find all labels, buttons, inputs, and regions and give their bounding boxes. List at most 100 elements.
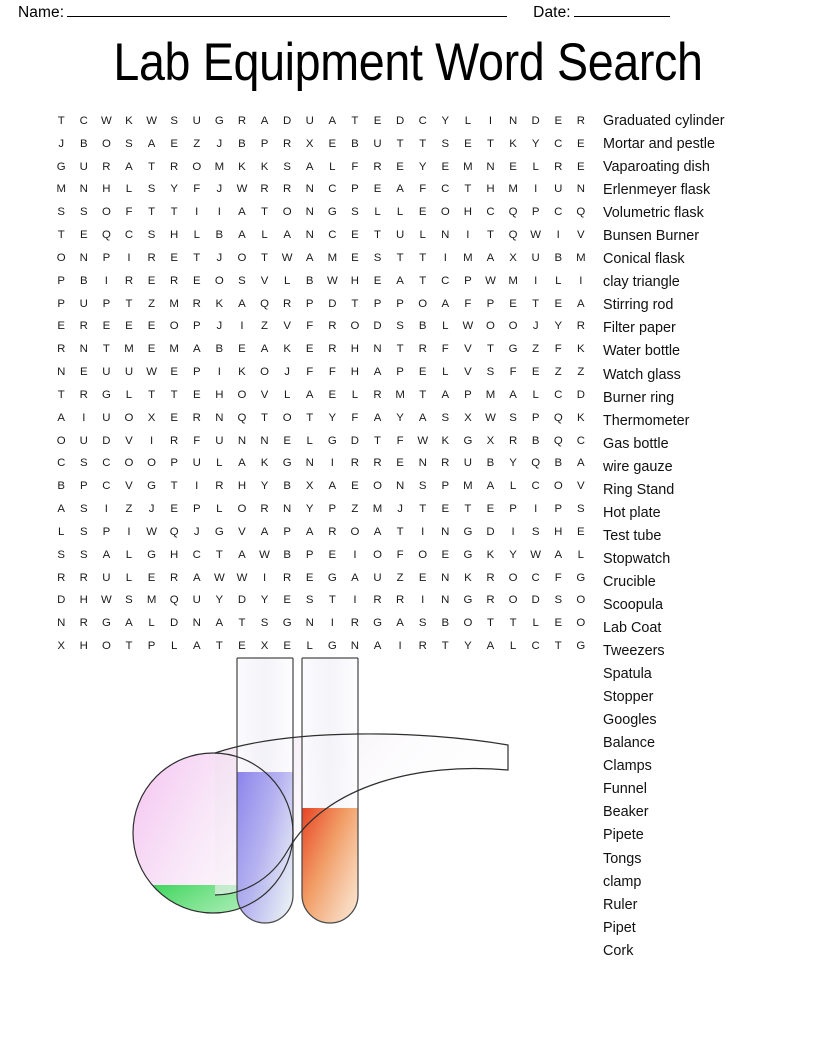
word-list-item[interactable]: Gas bottle xyxy=(603,433,813,456)
grid-cell[interactable]: I xyxy=(479,110,502,133)
grid-cell[interactable]: P xyxy=(389,361,412,384)
grid-cell[interactable]: N xyxy=(276,498,299,521)
grid-cell[interactable]: F xyxy=(344,156,367,179)
grid-cell[interactable]: R xyxy=(208,475,231,498)
grid-cell[interactable]: A xyxy=(253,338,276,361)
grid-cell[interactable]: A xyxy=(231,201,254,224)
grid-cell[interactable]: O xyxy=(547,475,570,498)
word-list-item[interactable]: Water bottle xyxy=(603,340,813,363)
grid-cell[interactable]: W xyxy=(95,589,118,612)
grid-cell[interactable]: O xyxy=(231,384,254,407)
grid-cell[interactable]: O xyxy=(502,589,525,612)
grid-cell[interactable]: E xyxy=(366,270,389,293)
grid-cell[interactable]: T xyxy=(208,544,231,567)
grid-cell[interactable]: O xyxy=(570,612,593,635)
grid-cell[interactable]: Q xyxy=(163,521,186,544)
grid-cell[interactable]: U xyxy=(186,452,209,475)
grid-cell[interactable]: P xyxy=(524,407,547,430)
grid-cell[interactable]: G xyxy=(276,452,299,475)
grid-cell[interactable]: P xyxy=(186,361,209,384)
grid-cell[interactable]: E xyxy=(434,544,457,567)
grid-cell[interactable]: N xyxy=(299,224,322,247)
grid-cell[interactable]: S xyxy=(434,133,457,156)
grid-cell[interactable]: A xyxy=(344,567,367,590)
grid-cell[interactable]: P xyxy=(502,498,525,521)
grid-cell[interactable]: L xyxy=(208,498,231,521)
grid-cell[interactable]: E xyxy=(231,338,254,361)
grid-cell[interactable]: K xyxy=(434,430,457,453)
grid-cell[interactable]: O xyxy=(502,315,525,338)
grid-cell[interactable]: Q xyxy=(95,224,118,247)
grid-cell[interactable]: X xyxy=(457,407,480,430)
grid-cell[interactable]: K xyxy=(231,156,254,179)
grid-cell[interactable]: I xyxy=(186,475,209,498)
grid-cell[interactable]: E xyxy=(524,361,547,384)
grid-cell[interactable]: E xyxy=(186,270,209,293)
grid-cell[interactable]: L xyxy=(118,178,141,201)
grid-cell[interactable]: M xyxy=(208,156,231,179)
grid-cell[interactable]: Y xyxy=(321,407,344,430)
grid-cell[interactable]: R xyxy=(389,589,412,612)
grid-cell[interactable]: V xyxy=(253,270,276,293)
grid-cell[interactable]: G xyxy=(570,635,593,658)
grid-cell[interactable]: E xyxy=(389,452,412,475)
grid-cell[interactable]: N xyxy=(299,452,322,475)
grid-cell[interactable]: O xyxy=(50,247,73,270)
grid-cell[interactable]: G xyxy=(208,110,231,133)
grid-cell[interactable]: C xyxy=(412,110,435,133)
grid-cell[interactable]: R xyxy=(479,589,502,612)
grid-cell[interactable]: T xyxy=(253,201,276,224)
grid-cell[interactable]: L xyxy=(457,110,480,133)
word-list-item[interactable]: Stirring rod xyxy=(603,294,813,317)
grid-cell[interactable]: S xyxy=(50,544,73,567)
grid-cell[interactable]: I xyxy=(524,270,547,293)
word-list-item[interactable]: Conical flask xyxy=(603,248,813,271)
grid-cell[interactable]: E xyxy=(321,384,344,407)
grid-cell[interactable]: B xyxy=(412,315,435,338)
grid-cell[interactable]: M xyxy=(502,178,525,201)
grid-cell[interactable]: F xyxy=(186,178,209,201)
grid-cell[interactable]: Z xyxy=(547,361,570,384)
grid-cell[interactable]: W xyxy=(253,544,276,567)
grid-cell[interactable]: R xyxy=(73,384,96,407)
grid-cell[interactable]: R xyxy=(366,384,389,407)
grid-cell[interactable]: S xyxy=(570,498,593,521)
grid-cell[interactable]: C xyxy=(547,133,570,156)
grid-cell[interactable]: Y xyxy=(208,589,231,612)
grid-cell[interactable]: R xyxy=(163,430,186,453)
grid-cell[interactable]: E xyxy=(366,110,389,133)
grid-cell[interactable]: A xyxy=(231,224,254,247)
grid-cell[interactable]: E xyxy=(73,224,96,247)
grid-cell[interactable]: N xyxy=(389,475,412,498)
grid-cell[interactable]: V xyxy=(457,361,480,384)
grid-cell[interactable]: P xyxy=(547,498,570,521)
grid-cell[interactable]: A xyxy=(389,612,412,635)
grid-cell[interactable]: E xyxy=(570,521,593,544)
grid-cell[interactable]: E xyxy=(344,224,367,247)
grid-cell[interactable]: S xyxy=(73,452,96,475)
grid-cell[interactable]: E xyxy=(186,384,209,407)
grid-cell[interactable]: T xyxy=(479,612,502,635)
grid-cell[interactable]: T xyxy=(389,521,412,544)
grid-cell[interactable]: T xyxy=(412,133,435,156)
grid-cell[interactable]: R xyxy=(253,178,276,201)
grid-cell[interactable]: E xyxy=(502,156,525,179)
grid-cell[interactable]: C xyxy=(524,567,547,590)
grid-cell[interactable]: I xyxy=(208,361,231,384)
grid-cell[interactable]: L xyxy=(140,612,163,635)
grid-cell[interactable]: E xyxy=(344,247,367,270)
grid-cell[interactable]: P xyxy=(457,270,480,293)
word-list-item[interactable]: Erlenmeyer flask xyxy=(603,179,813,202)
grid-cell[interactable]: E xyxy=(299,338,322,361)
grid-cell[interactable]: N xyxy=(299,201,322,224)
grid-cell[interactable]: A xyxy=(479,475,502,498)
grid-cell[interactable]: E xyxy=(412,201,435,224)
grid-cell[interactable]: N xyxy=(412,452,435,475)
grid-cell[interactable]: T xyxy=(118,293,141,316)
grid-cell[interactable]: J xyxy=(276,361,299,384)
grid-cell[interactable]: Y xyxy=(502,452,525,475)
grid-cell[interactable]: W xyxy=(479,270,502,293)
grid-cell[interactable]: G xyxy=(502,338,525,361)
grid-cell[interactable]: I xyxy=(95,270,118,293)
grid-cell[interactable]: E xyxy=(276,589,299,612)
